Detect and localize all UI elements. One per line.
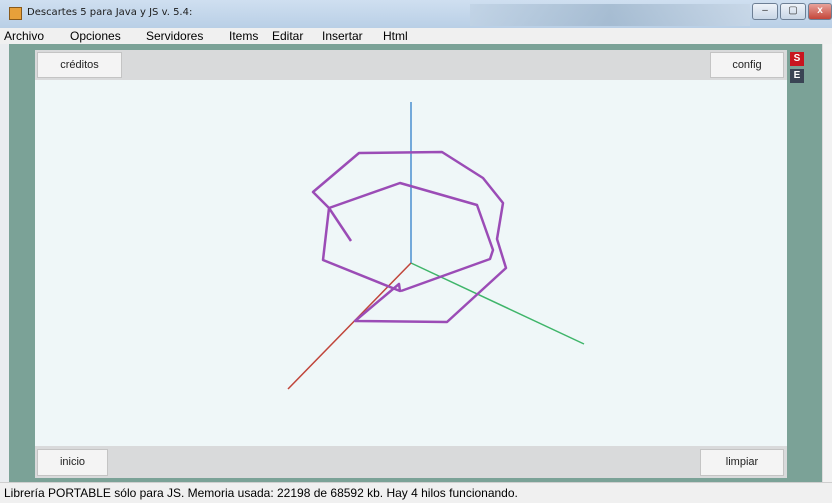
menu-servidores[interactable]: Servidores <box>146 29 203 43</box>
title-bar: Descartes 5 para Java y JS v. 5.4: – ▢ x <box>0 0 832 28</box>
java-app-icon <box>9 7 22 20</box>
status-text: Librería PORTABLE sólo para JS. Memoria … <box>4 486 518 500</box>
menu-html[interactable]: Html <box>383 29 408 43</box>
menu-opciones[interactable]: Opciones <box>70 29 121 43</box>
graph-canvas[interactable] <box>35 80 787 446</box>
config-button[interactable]: config <box>710 52 784 78</box>
menu-bar: Archivo Opciones Servidores Items Editar… <box>0 28 832 44</box>
menu-editar[interactable]: Editar <box>272 29 303 43</box>
status-bar: Librería PORTABLE sólo para JS. Memoria … <box>0 482 832 503</box>
window-left-edge <box>0 44 9 482</box>
e-button[interactable]: E <box>790 69 804 83</box>
z-axis <box>287 262 412 390</box>
space-3d-plot <box>287 102 585 390</box>
start-button[interactable]: inicio <box>37 449 108 476</box>
close-button[interactable]: x <box>808 3 832 20</box>
credits-button[interactable]: créditos <box>37 52 122 78</box>
menu-items[interactable]: Items <box>229 29 258 43</box>
title-bar-background <box>470 4 750 26</box>
top-control-panel: créditos config <box>35 50 787 80</box>
vertical-scrollbar[interactable] <box>822 44 832 482</box>
clear-button[interactable]: limpiar <box>700 449 784 476</box>
minimize-button[interactable]: – <box>752 3 778 20</box>
window-title: Descartes 5 para Java y JS v. 5.4: <box>27 7 193 18</box>
maximize-button[interactable]: ▢ <box>780 3 806 20</box>
menu-insertar[interactable]: Insertar <box>322 29 363 43</box>
spiral-curve <box>311 150 508 324</box>
s-button[interactable]: S <box>790 52 804 66</box>
bottom-control-panel: inicio limpiar <box>35 446 787 478</box>
menu-archivo[interactable]: Archivo <box>4 29 44 43</box>
